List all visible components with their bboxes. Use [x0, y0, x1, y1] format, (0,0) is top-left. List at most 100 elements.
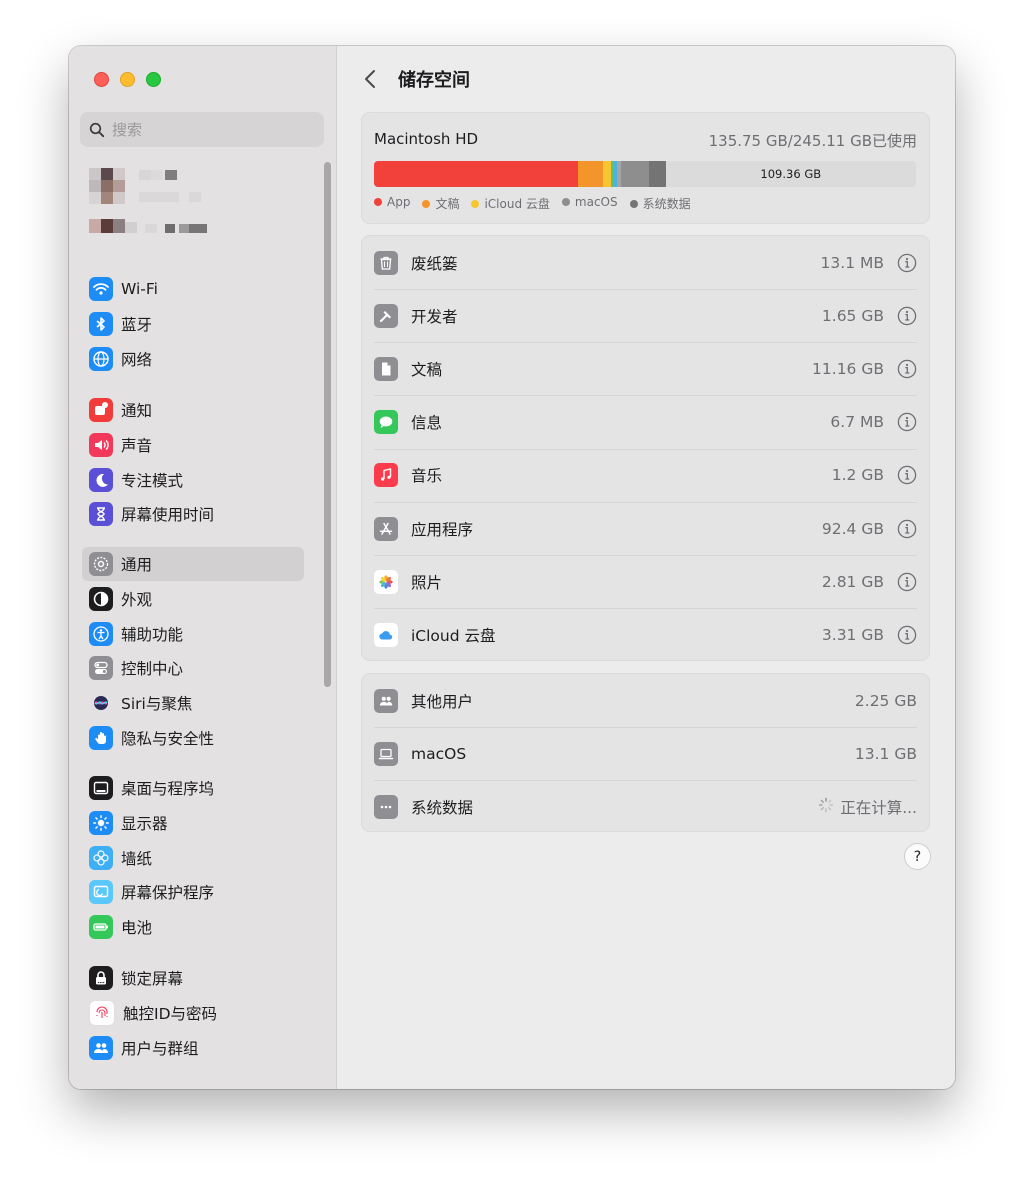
storage-row-icloud[interactable]: iCloud 云盘 3.31 GB — [374, 608, 917, 661]
sidebar-item-users[interactable]: 用户与群组 — [82, 1031, 304, 1065]
sidebar-item-hourglass[interactable]: 屏幕使用时间 — [82, 497, 304, 531]
sidebar-item-battery[interactable]: 电池 — [82, 910, 304, 944]
users-icon — [374, 688, 398, 713]
storage-segment[interactable] — [578, 161, 604, 187]
sidebar-item-appearance[interactable]: 外观 — [82, 582, 304, 616]
sidebar-item-lock[interactable]: 锁定屏幕 — [82, 961, 304, 995]
sidebar-item-hand[interactable]: 隐私与安全性 — [82, 721, 304, 755]
sidebar-item-label: 辅助功能 — [121, 625, 184, 644]
sidebar-item-wifi[interactable]: Wi-Fi — [82, 272, 304, 306]
storage-segment[interactable] — [620, 161, 650, 187]
storage-segment[interactable] — [649, 161, 666, 187]
storage-row-label: 其他用户 — [411, 692, 474, 711]
disk-name: Macintosh HD — [374, 130, 479, 148]
storage-row-label: iCloud 云盘 — [411, 626, 496, 645]
legend-item: 文稿 — [422, 195, 459, 212]
storage-row-users[interactable]: 其他用户 2.25 GB — [374, 674, 917, 728]
sidebar-item-label: 专注模式 — [121, 471, 184, 490]
lock-icon — [89, 966, 113, 990]
dock-icon — [89, 776, 113, 800]
siri-icon — [89, 691, 113, 715]
sidebar-item-bluetooth[interactable]: 蓝牙 — [82, 307, 304, 341]
bell-icon — [89, 398, 113, 422]
sidebar-item-label: 蓝牙 — [121, 315, 153, 334]
storage-row-trash[interactable]: 废纸篓 13.1 MB — [374, 236, 917, 290]
sidebar-item-globe[interactable]: 网络 — [82, 342, 304, 376]
storage-row-size: 2.25 GB — [854, 691, 917, 710]
storage-row-ellipsis[interactable]: 系统数据 正在计算... — [374, 780, 917, 833]
gear-icon — [89, 552, 113, 576]
info-icon[interactable] — [897, 519, 917, 539]
sidebar-item-speaker[interactable]: 声音 — [82, 428, 304, 462]
info-icon[interactable] — [897, 359, 917, 379]
disk-summary-card: Macintosh HD 135.75 GB/245.11 GB已使用 109.… — [361, 112, 930, 224]
sidebar-item-label: Siri与聚焦 — [121, 695, 193, 714]
sidebar-item-bell[interactable]: 通知 — [82, 393, 304, 427]
storage-row-hammer[interactable]: 开发者 1.65 GB — [374, 289, 917, 344]
sidebar-item-label: 锁定屏幕 — [121, 970, 184, 988]
sidebar-item-flower[interactable]: 墙纸 — [82, 841, 304, 875]
help-button[interactable]: ? — [904, 843, 931, 870]
bluetooth-icon — [89, 311, 113, 336]
screensaver-icon — [89, 880, 113, 905]
sidebar-item-gear[interactable]: 通用 — [82, 547, 304, 581]
appstore-icon — [374, 516, 398, 541]
minimize-button[interactable] — [120, 72, 135, 87]
info-icon[interactable] — [897, 572, 917, 592]
storage-row-label: macOS — [411, 744, 467, 763]
legend-label: 文稿 — [435, 197, 460, 211]
music-icon — [374, 463, 398, 488]
other-storage-card: 其他用户 2.25 GB macOS 13.1 GB 系统数据 正在计算... — [361, 673, 930, 832]
storage-row-label: 照片 — [411, 573, 443, 592]
storage-row-size: 13.1 GB — [854, 744, 917, 763]
sidebar-item-label: 墙纸 — [121, 849, 153, 868]
legend-label: macOS — [574, 195, 618, 209]
info-icon[interactable] — [897, 306, 917, 326]
storage-row-label: 音乐 — [411, 467, 443, 486]
sidebar-item-sun[interactable]: 显示器 — [82, 806, 304, 840]
info-icon[interactable] — [897, 412, 917, 432]
storage-row-messages[interactable]: 信息 6.7 MB — [374, 396, 917, 450]
storage-row-laptop[interactable]: macOS 13.1 GB — [374, 727, 917, 782]
storage-row-size: 11.16 GB — [812, 359, 884, 378]
hand-icon — [89, 726, 113, 750]
sidebar-item-toggles[interactable]: 控制中心 — [82, 651, 304, 685]
appearance-icon — [89, 586, 113, 611]
storage-row-document[interactable]: 文稿 11.16 GB — [374, 342, 917, 397]
storage-segment[interactable] — [603, 161, 611, 187]
sidebar-item-siri[interactable]: Siri与聚焦 — [82, 686, 304, 720]
info-icon[interactable] — [897, 625, 917, 645]
storage-row-photos[interactable]: 照片 2.81 GB — [374, 555, 917, 610]
sidebar-item-accessibility[interactable]: 辅助功能 — [82, 617, 304, 651]
search-field[interactable]: 搜索 — [80, 112, 324, 147]
sidebar-item-fingerprint[interactable]: 触控ID与密码 — [82, 996, 304, 1030]
legend-label: iCloud 云盘 — [484, 197, 550, 211]
storage-row-appstore[interactable]: 应用程序 92.4 GB — [374, 502, 917, 556]
info-icon[interactable] — [897, 465, 917, 485]
storage-row-size: 6.7 MB — [830, 413, 884, 432]
zoom-button[interactable] — [146, 72, 161, 87]
back-chevron-icon[interactable] — [363, 68, 377, 90]
storage-row-label: 文稿 — [411, 360, 443, 379]
sidebar-item-label: 通知 — [121, 402, 153, 420]
storage-bar: 109.36 GB — [374, 161, 916, 187]
storage-row-label: 系统数据 — [411, 798, 474, 817]
sidebar-scrollbar[interactable] — [324, 162, 331, 687]
hourglass-icon — [89, 502, 113, 527]
apple-account-profile[interactable] — [89, 164, 239, 248]
legend-label: App — [387, 195, 411, 209]
sidebar-item-screensaver[interactable]: 屏幕保护程序 — [82, 875, 304, 909]
sidebar-item-moon[interactable]: 专注模式 — [82, 463, 304, 497]
storage-row-music[interactable]: 音乐 1.2 GB — [374, 449, 917, 503]
sidebar-item-dock[interactable]: 桌面与程序坞 — [82, 771, 304, 805]
info-icon[interactable] — [897, 253, 917, 273]
free-space-segment: 109.36 GB — [665, 161, 916, 187]
close-button[interactable] — [94, 72, 109, 87]
storage-row-size: 13.1 MB — [820, 253, 884, 272]
storage-segment[interactable] — [374, 161, 579, 187]
accessibility-icon — [89, 621, 113, 646]
search-placeholder: 搜索 — [112, 121, 143, 139]
sidebar-item-label: 通用 — [121, 556, 153, 574]
sidebar-item-label: 用户与群组 — [121, 1039, 199, 1058]
storage-row-label: 废纸篓 — [411, 254, 458, 273]
